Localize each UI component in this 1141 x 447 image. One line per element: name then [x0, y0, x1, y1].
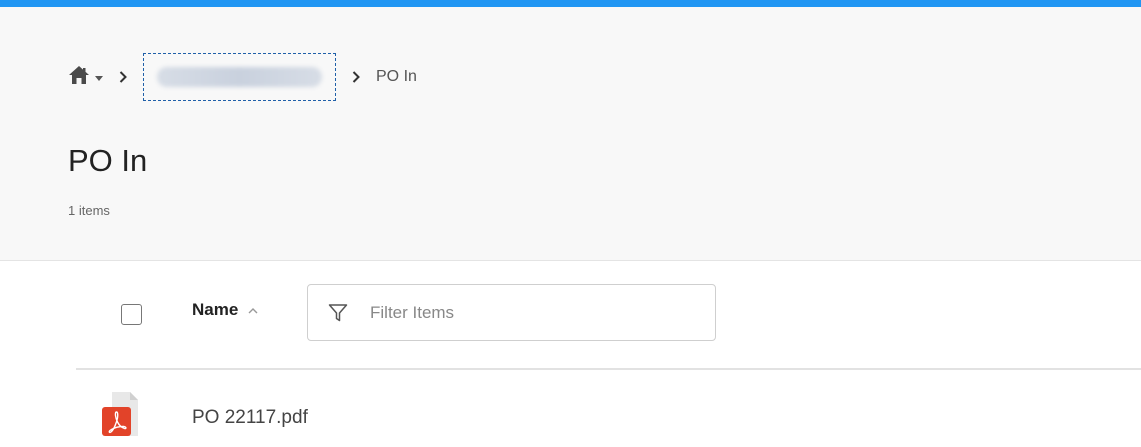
breadcrumb: PO In	[68, 53, 417, 101]
page-header: PO In PO In 1 items	[0, 7, 1141, 261]
home-icon	[68, 65, 90, 90]
chevron-right-icon	[352, 71, 360, 83]
filter-box	[307, 284, 716, 341]
chevron-right-icon	[119, 71, 127, 83]
page-title: PO In	[68, 143, 148, 178]
top-accent-bar	[0, 0, 1141, 7]
pdf-icon	[102, 392, 138, 445]
list-divider	[76, 368, 1141, 370]
redacted-text	[157, 67, 322, 87]
name-column-label: Name	[192, 300, 239, 319]
home-dropdown-button[interactable]	[68, 65, 103, 89]
list-item[interactable]: PO 22117.pdf	[0, 388, 1141, 447]
breadcrumb-item-redacted[interactable]	[143, 53, 336, 101]
filter-icon	[328, 303, 348, 323]
list-toolbar: Name	[0, 283, 1141, 341]
item-count: 1 items	[68, 203, 110, 218]
sort-by-name-button[interactable]: Name	[192, 300, 258, 320]
breadcrumb-current: PO In	[376, 68, 417, 85]
filter-input[interactable]	[370, 302, 670, 323]
chevron-down-icon	[95, 69, 103, 87]
select-all-checkbox[interactable]	[121, 304, 142, 325]
sort-ascending-icon	[248, 307, 258, 314]
file-name[interactable]: PO 22117.pdf	[192, 407, 308, 429]
